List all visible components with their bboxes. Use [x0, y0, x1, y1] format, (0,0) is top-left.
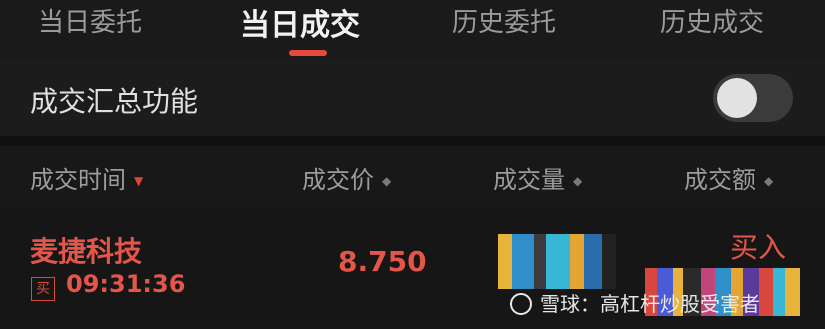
column-trade-volume[interactable]: 成交量 ◆ [493, 160, 582, 195]
toggle-knob [717, 78, 757, 118]
tab-today-trades[interactable]: 当日成交 [240, 0, 360, 44]
tab-history-orders[interactable]: 历史委托 [452, 2, 556, 39]
sort-icon: ◆ [764, 174, 774, 188]
snowball-logo-icon [510, 293, 532, 315]
trade-price: 8.750 [338, 245, 427, 278]
summary-toggle[interactable] [713, 74, 793, 122]
redaction-volume [498, 234, 616, 289]
trade-side: 买入 [730, 231, 787, 264]
active-tab-indicator [289, 50, 327, 56]
column-trade-volume-label: 成交量 [493, 166, 565, 194]
column-trade-time[interactable]: 成交时间 ▼ [30, 160, 143, 195]
table-header: 成交时间 ▼ 成交价 ◆ 成交量 ◆ 成交额 ◆ [0, 146, 825, 208]
section-divider [0, 136, 825, 146]
sort-icon: ▼ [134, 174, 144, 188]
trade-time: 09:31:36 [66, 270, 186, 298]
sort-icon: ◆ [382, 174, 392, 188]
stock-name[interactable]: 麦捷科技 [30, 230, 142, 270]
trade-summary-row: 成交汇总功能 [0, 62, 825, 136]
watermark-text: 雪球：高杠杆炒股受害者 [540, 292, 760, 316]
column-trade-price[interactable]: 成交价 ◆ [302, 160, 391, 195]
tab-today-orders[interactable]: 当日委托 [38, 2, 142, 39]
column-trade-price-label: 成交价 [302, 166, 374, 194]
column-trade-time-label: 成交时间 [30, 166, 126, 194]
watermark: 雪球：高杠杆炒股受害者 [510, 288, 760, 317]
sort-icon: ◆ [573, 174, 583, 188]
tab-history-trades[interactable]: 历史成交 [660, 2, 764, 39]
column-trade-amount[interactable]: 成交额 ◆ [684, 160, 773, 195]
order-tabs: 当日委托 当日成交 历史委托 历史成交 [0, 0, 825, 62]
summary-label: 成交汇总功能 [30, 85, 199, 118]
column-trade-amount-label: 成交额 [684, 166, 756, 194]
buy-badge: 买 [31, 277, 55, 301]
